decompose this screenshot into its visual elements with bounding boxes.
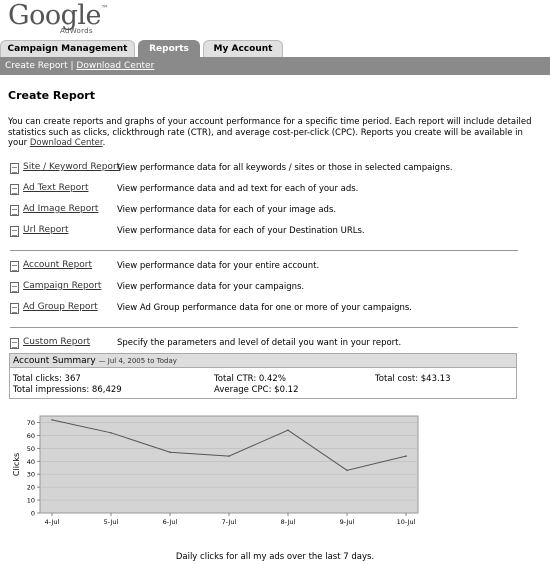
download-center-link[interactable]: Download Center <box>76 61 154 71</box>
x-tick-label: 7-Jul <box>222 518 237 526</box>
url-report-link[interactable]: Url Report <box>23 225 68 235</box>
data-point <box>110 432 112 434</box>
report-row: Ad Text Report View performance data and… <box>10 181 520 202</box>
x-tick-label: 9-Jul <box>340 518 355 526</box>
x-tick-label: 8-Jul <box>281 518 296 526</box>
report-description: View performance data for each of your D… <box>117 226 365 236</box>
document-icon <box>10 205 19 216</box>
data-point <box>51 419 53 421</box>
report-description: View performance data for your campaigns… <box>117 282 305 292</box>
sub-navigation: Create Report | Download Center <box>0 57 550 75</box>
account-report-link[interactable]: Account Report <box>23 260 92 270</box>
section-divider <box>10 250 518 251</box>
data-point <box>228 455 230 457</box>
account-summary-header: Account Summary — Jul 4, 2005 to Today <box>10 354 516 368</box>
custom-report-link[interactable]: Custom Report <box>23 337 90 347</box>
document-icon <box>10 282 19 293</box>
page-title: Create Report <box>8 89 95 102</box>
site-keyword-report-link[interactable]: Site / Keyword Report <box>23 162 120 172</box>
tab-reports[interactable]: Reports <box>138 40 200 57</box>
data-point <box>405 455 407 457</box>
total-clicks: Total clicks: 367 <box>13 374 81 384</box>
x-tick-label: 4-Jul <box>45 518 60 526</box>
y-tick-label: 0 <box>31 510 35 518</box>
report-description: View performance data for your entire ac… <box>117 261 320 271</box>
report-row: Site / Keyword Report View performance d… <box>10 160 520 181</box>
report-row: Ad Group Report View Ad Group performanc… <box>10 300 520 321</box>
report-list: Site / Keyword Report View performance d… <box>10 160 520 356</box>
plot-area <box>39 415 419 514</box>
y-tick-label: 20 <box>27 484 35 492</box>
data-point <box>287 429 289 432</box>
total-impressions: Total impressions: 86,429 <box>13 385 122 395</box>
ad-text-report-link[interactable]: Ad Text Report <box>23 183 88 193</box>
document-icon <box>10 338 19 349</box>
x-tick-label: 6-Jul <box>163 518 178 526</box>
intro-end: . <box>102 138 106 148</box>
account-summary-date-range: — Jul 4, 2005 to Today <box>98 357 177 365</box>
total-cost: Total cost: $43.13 <box>375 374 451 384</box>
ad-group-report-link[interactable]: Ad Group Report <box>23 302 98 312</box>
x-tick-label: 5-Jul <box>104 518 119 526</box>
report-description: View performance data for each of your i… <box>117 205 337 215</box>
document-icon <box>10 163 19 174</box>
google-adwords-logo[interactable]: Google™ AdWords <box>8 2 109 36</box>
report-row: Url Report View performance data for eac… <box>10 223 520 244</box>
report-description: Specify the parameters and level of deta… <box>117 338 402 348</box>
chart-caption: Daily clicks for all my ads over the las… <box>175 552 375 562</box>
document-icon <box>10 303 19 314</box>
report-description: View performance data for all keywords /… <box>117 163 453 173</box>
data-point <box>169 451 171 454</box>
report-row: Account Report View performance data for… <box>10 258 520 279</box>
subnav-current: Create Report <box>5 61 68 71</box>
y-tick-label: 10 <box>27 497 35 505</box>
y-tick-label: 30 <box>27 471 35 479</box>
section-divider <box>10 327 518 328</box>
report-row: Ad Image Report View performance data fo… <box>10 202 520 223</box>
y-tick-label: 50 <box>27 445 35 453</box>
main-tabs: Campaign Management Reports My Account <box>0 40 550 57</box>
average-cpc: Average CPC: $0.12 <box>214 385 299 395</box>
account-summary-title: Account Summary <box>13 356 96 366</box>
y-tick-label: 60 <box>27 432 35 440</box>
tab-my-account[interactable]: My Account <box>203 40 283 57</box>
subnav-separator: | <box>70 61 74 71</box>
trademark-symbol: ™ <box>100 4 109 13</box>
tab-campaign-management[interactable]: Campaign Management <box>0 40 135 57</box>
total-ctr: Total CTR: 0.42% <box>214 374 286 384</box>
account-summary-panel: Account Summary — Jul 4, 2005 to Today T… <box>9 353 517 399</box>
report-description: View performance data and ad text for ea… <box>117 184 359 194</box>
x-tick-label: 10-Jul <box>397 518 416 526</box>
data-point <box>346 469 348 472</box>
intro-download-center-link[interactable]: Download Center <box>30 138 103 148</box>
logo-subtitle: AdWords <box>60 27 93 35</box>
y-axis-label: Clicks <box>12 453 21 476</box>
document-icon <box>10 226 19 237</box>
report-description: View Ad Group performance data for one o… <box>117 303 412 313</box>
intro-paragraph: You can create reports and graphs of you… <box>8 117 538 149</box>
report-row: Campaign Report View performance data fo… <box>10 279 520 300</box>
ad-image-report-link[interactable]: Ad Image Report <box>23 204 98 214</box>
y-tick-label: 40 <box>27 458 35 466</box>
campaign-report-link[interactable]: Campaign Report <box>23 281 101 291</box>
document-icon <box>10 261 19 272</box>
y-tick-label: 70 <box>27 419 35 427</box>
daily-clicks-chart: 0 10 20 30 40 50 60 70 4-Jul 5-Jul 6-Jul 7-Jul 8-Jul… <box>12 415 419 526</box>
document-icon <box>10 184 19 195</box>
